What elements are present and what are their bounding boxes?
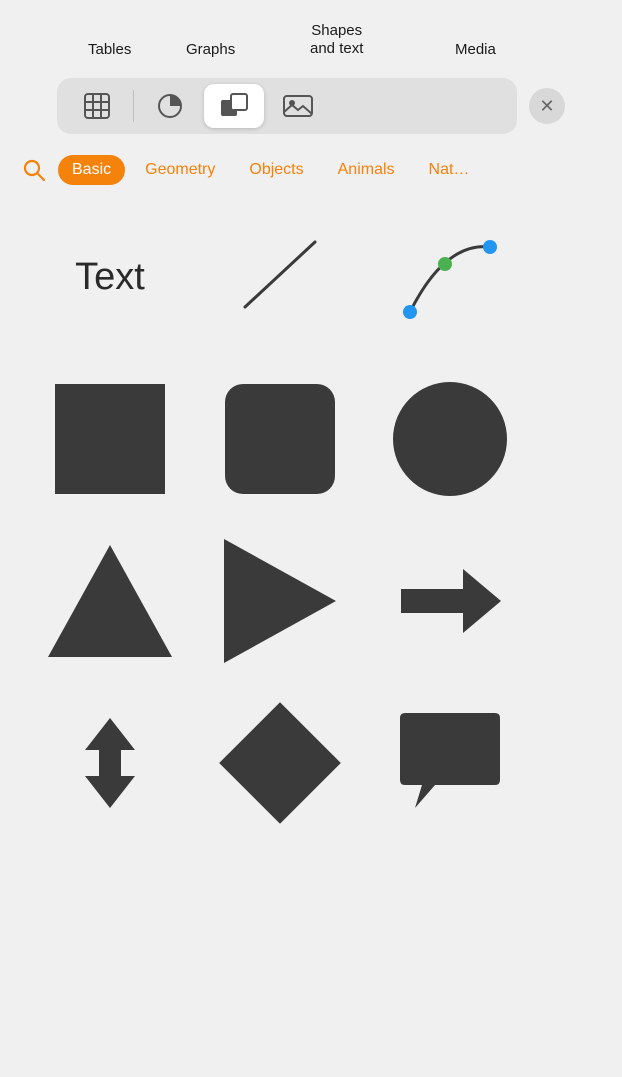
category-nature[interactable]: Nat… [415, 155, 484, 185]
text-shape-label: Text [75, 256, 145, 299]
triangle-up-shape [48, 545, 172, 657]
shape-triangle-right[interactable] [210, 536, 350, 666]
label-shapes: Shapesand text [310, 22, 363, 58]
media-icon [282, 92, 314, 120]
circle-shape [393, 382, 507, 496]
diamond-shape [219, 702, 341, 824]
speech-bubble-icon [390, 708, 510, 818]
search-button[interactable] [16, 152, 52, 188]
shape-arrow-right[interactable] [380, 536, 520, 666]
search-icon [23, 159, 45, 181]
shapes-row-4 [20, 698, 602, 828]
tab-shapes[interactable] [204, 84, 264, 128]
label-media: Media [455, 41, 496, 58]
shape-curve[interactable] [380, 212, 520, 342]
label-tables: Tables [88, 41, 131, 58]
arrow-right-icon [391, 551, 509, 651]
triangle-right-shape [224, 539, 336, 663]
shape-diamond[interactable] [210, 698, 350, 828]
shapes-icon [219, 92, 249, 120]
shape-line[interactable] [210, 212, 350, 342]
tables-icon [83, 92, 111, 120]
shape-speech-bubble[interactable] [380, 698, 520, 828]
tab-media[interactable] [268, 84, 328, 128]
line-icon [225, 227, 335, 327]
shapes-area: Text [0, 196, 622, 876]
category-geometry[interactable]: Geometry [131, 155, 229, 185]
double-arrow-icon [45, 708, 175, 818]
graphs-icon [156, 92, 184, 120]
rounded-rect-shape [225, 384, 335, 494]
shape-text[interactable]: Text [40, 212, 180, 342]
shape-circle[interactable] [380, 374, 520, 504]
top-labels: Tables Graphs Shapesand text Media [0, 0, 622, 68]
shape-rounded-rect[interactable] [210, 374, 350, 504]
rectangle-shape [55, 384, 165, 494]
category-basic[interactable]: Basic [58, 155, 125, 185]
shape-double-arrow[interactable] [40, 698, 180, 828]
label-graphs: Graphs [186, 41, 235, 58]
shapes-row-3 [20, 536, 602, 666]
toolbar: ✕ [0, 68, 622, 144]
tab-graphs[interactable] [140, 84, 200, 128]
toolbar-inner [57, 78, 517, 134]
toolbar-divider-1 [133, 90, 134, 122]
shapes-row-2 [20, 374, 602, 504]
shape-triangle-up[interactable] [40, 536, 180, 666]
close-icon: ✕ [539, 96, 554, 117]
category-nav: Basic Geometry Objects Animals Nat… [0, 144, 622, 196]
shape-rectangle[interactable] [40, 374, 180, 504]
category-objects[interactable]: Objects [235, 155, 317, 185]
category-animals[interactable]: Animals [324, 155, 409, 185]
curve-icon [390, 222, 510, 332]
close-button[interactable]: ✕ [529, 88, 565, 124]
shapes-row-1: Text [20, 212, 602, 342]
tab-tables[interactable] [67, 84, 127, 128]
